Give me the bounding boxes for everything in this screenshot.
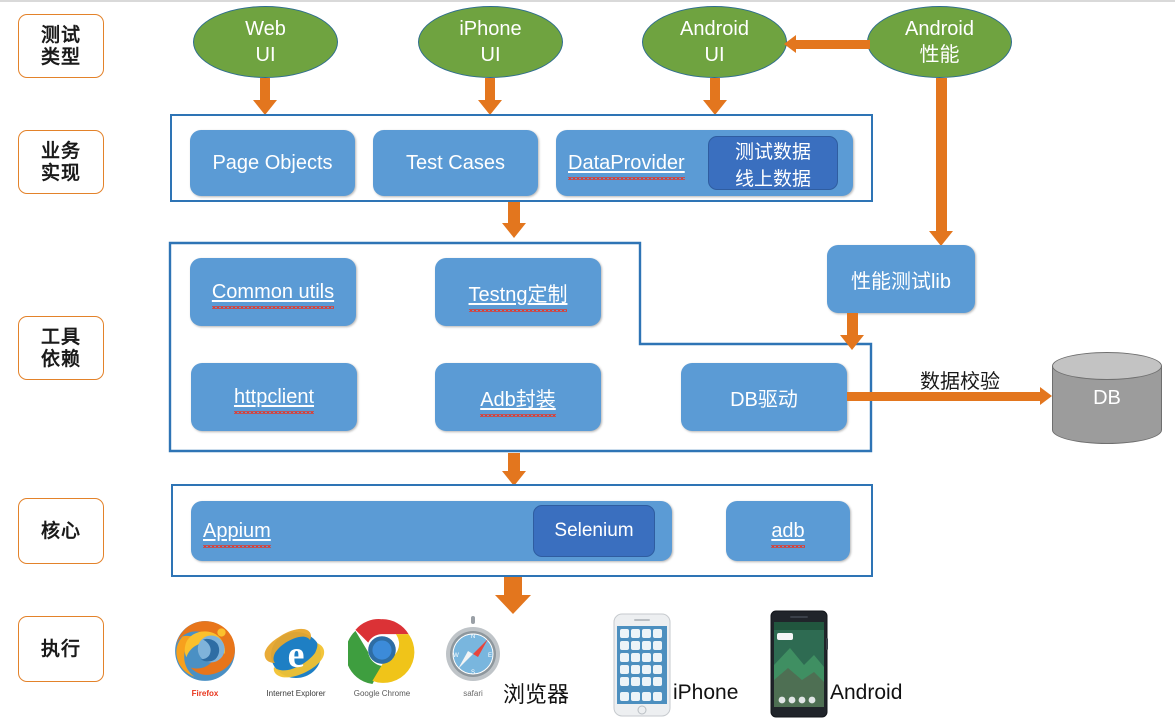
row-label-line: 测试	[40, 23, 81, 46]
node-web-ui[interactable]: Web UI	[193, 6, 338, 78]
node-selenium[interactable]: Selenium	[533, 505, 655, 557]
node-adb-wrapper[interactable]: Adb封装	[435, 363, 601, 431]
row-label-business: 业务 实现	[18, 130, 104, 194]
ie-logo-icon: e	[264, 628, 325, 678]
node-label: DB驱动	[730, 388, 798, 411]
node-label: 性能测试lib	[850, 270, 951, 293]
svg-text:S: S	[471, 670, 475, 676]
svg-text:W: W	[453, 653, 459, 659]
arrow-head-down-icon	[253, 100, 277, 115]
node-httpclient[interactable]: httpclient	[191, 363, 357, 431]
android-device-icon	[770, 610, 828, 718]
node-db-driver[interactable]: DB驱动	[681, 363, 847, 431]
iphone-device-label: iPhone	[673, 681, 739, 704]
node-page-objects[interactable]: Page Objects	[190, 130, 355, 196]
row-label-tools: 工具 依赖	[18, 316, 104, 380]
arrow-web-to-business	[260, 78, 270, 102]
node-common-utils[interactable]: Common utils	[190, 258, 356, 326]
arrow-head-down-icon	[502, 223, 526, 238]
node-adb[interactable]: adb	[726, 501, 850, 561]
row-label-line: 工具	[40, 325, 81, 348]
node-label-line: UI	[704, 44, 725, 66]
arrow-db-driver-to-db	[847, 392, 1042, 401]
top-divider	[0, 0, 1175, 2]
node-perf-test-lib[interactable]: 性能测试lib	[827, 245, 975, 313]
arrow-head-down-icon	[703, 100, 727, 115]
row-label-test-type: 测试 类型	[18, 14, 104, 78]
node-label: Appium	[203, 519, 271, 548]
arrow-iphone-to-business	[485, 78, 495, 102]
safari-logo-icon: N S W E	[446, 616, 500, 681]
svg-text:e: e	[288, 634, 305, 676]
node-label: adb	[771, 519, 806, 548]
chrome-logo-icon	[348, 619, 415, 684]
node-label-line: Web	[245, 18, 286, 40]
node-label-line: UI	[480, 44, 501, 66]
ie-caption: Internet Explorer	[266, 689, 326, 698]
row-label-line: 核心	[40, 519, 81, 542]
node-android-ui[interactable]: Android UI	[642, 6, 787, 78]
node-label: Selenium	[554, 520, 634, 541]
arrow-android-to-business	[710, 78, 720, 102]
arrow-perf-to-perflib	[936, 78, 947, 234]
node-label-line: iPhone	[459, 18, 522, 40]
architecture-diagram: 测试 类型 业务 实现 工具 依赖 核心 执行 Web UI iPhone UI…	[0, 0, 1175, 720]
node-iphone-ui[interactable]: iPhone UI	[418, 6, 563, 78]
db-edge-label: 数据校验	[920, 369, 1000, 393]
arrow-perf-to-android-ui	[796, 40, 870, 49]
row-label-execution: 执行	[18, 616, 104, 682]
svg-text:N: N	[471, 634, 475, 640]
arrow-head-down-icon	[495, 595, 531, 614]
row-label-core: 核心	[18, 498, 104, 564]
arrow-head-right-icon	[1040, 387, 1052, 405]
arrow-head-down-icon	[478, 100, 502, 115]
node-label: Common utils	[211, 280, 335, 309]
node-testng-custom[interactable]: Testng定制	[435, 258, 601, 326]
node-label-line: Android	[905, 18, 974, 40]
node-label-line: 性能	[919, 44, 960, 66]
browser-group-label: 浏览器	[503, 683, 570, 708]
arrow-head-down-icon	[840, 335, 864, 350]
node-test-cases[interactable]: Test Cases	[373, 130, 538, 196]
row-label-line: 实现	[40, 162, 81, 184]
chrome-caption: Google Chrome	[353, 689, 411, 698]
row-label-line: 依赖	[40, 348, 81, 370]
arrow-head-left-icon	[784, 35, 796, 53]
iphone-device-icon	[613, 613, 671, 717]
arrow-head-down-icon	[929, 231, 953, 246]
data-source-test: 测试数据	[734, 142, 811, 163]
row-label-line: 类型	[40, 46, 81, 68]
db-label: DB	[1093, 386, 1121, 409]
firefox-logo-icon	[175, 621, 235, 681]
row-label-line: 执行	[40, 637, 81, 660]
node-label-line: UI	[255, 44, 276, 66]
node-label: DataProvider	[568, 151, 685, 180]
row-label-line: 业务	[40, 139, 81, 162]
node-label-line: Android	[680, 18, 749, 40]
android-device-label: Android	[830, 681, 903, 704]
cylinder-top	[1052, 352, 1162, 380]
node-label: Test Cases	[406, 151, 505, 174]
data-source-online: 线上数据	[734, 169, 811, 190]
node-label: Page Objects	[212, 151, 333, 174]
svg-text:E: E	[488, 653, 492, 659]
node-label: Adb封装	[480, 383, 556, 417]
node-label: Testng定制	[468, 278, 567, 312]
node-android-perf[interactable]: Android 性能	[867, 6, 1012, 78]
safari-caption: safari	[463, 689, 483, 698]
node-data-source-split[interactable]: 测试数据 线上数据	[708, 136, 838, 190]
node-label: httpclient	[233, 385, 315, 414]
node-database[interactable]: DB	[1052, 352, 1162, 444]
firefox-caption: Firefox	[191, 689, 219, 698]
